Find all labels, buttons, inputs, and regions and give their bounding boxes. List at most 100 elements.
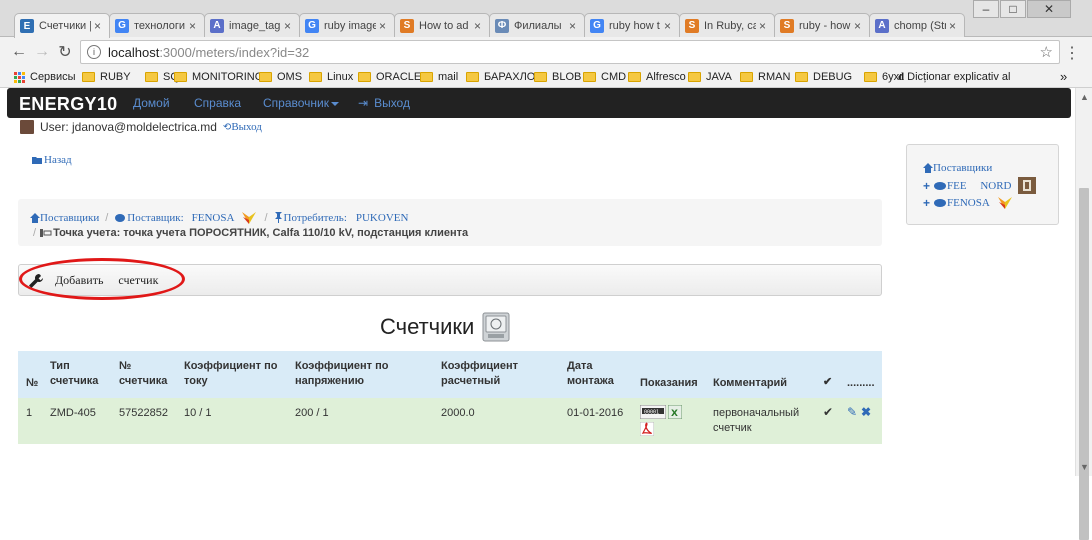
browser-tab[interactable]: Gruby how t × [584, 13, 680, 37]
minimize-button[interactable]: – [973, 0, 999, 18]
tab-close-icon[interactable]: × [664, 19, 674, 33]
info-icon[interactable]: i [87, 45, 101, 59]
nav-reference[interactable]: Справочник [263, 96, 339, 110]
browser-tab[interactable]: Ф Филиалы × [489, 13, 585, 37]
reload-icon[interactable]: ↻ [56, 43, 74, 61]
bookmark-item[interactable]: mail [420, 69, 458, 85]
url-host: localhost [108, 44, 160, 60]
browser-tab[interactable]: Achomp (Str × [869, 13, 965, 37]
bookmark-label: mail [438, 71, 459, 83]
bookmark-item[interactable]: d Dicționar explicativ al [898, 69, 1010, 85]
bookmark-item[interactable]: JAVA [688, 69, 732, 85]
browser-tab[interactable]: Sruby - how × [774, 13, 870, 37]
nav-logout[interactable]: ⇥ Выход [358, 96, 410, 110]
bookmark-item[interactable]: BLOB [534, 69, 581, 85]
back-label: Назад [44, 154, 72, 166]
fee-nord-logo [1017, 177, 1036, 194]
app-navbar: ENERGY10 Домой Справка Справочник ⇥ Выход [7, 88, 1071, 118]
readings-counter-icon[interactable]: 00001 [640, 405, 666, 419]
avatar [20, 120, 34, 134]
bookmark-item[interactable]: ORACLE [358, 69, 421, 85]
close-window-button[interactable]: ✕ [1027, 0, 1071, 18]
bookmark-apps[interactable]: Сервисы [14, 69, 76, 85]
bookmark-label: Dicționar explicativ al [907, 71, 1011, 83]
bookmark-item[interactable]: MONITORING [174, 69, 263, 85]
browser-chrome: E Счетчики | × Gтехнологи × Aimage_tag × Gruby … [0, 0, 1092, 88]
folder-icon [309, 72, 322, 82]
tab-close-icon[interactable]: × [189, 19, 199, 33]
scroll-up-icon[interactable]: ▲ [1080, 92, 1089, 102]
edit-pencil-icon[interactable]: ✎ [847, 405, 857, 419]
browser-tab[interactable]: Gтехнологи × [109, 13, 205, 37]
bookmark-star-icon[interactable]: ☆ [1040, 43, 1053, 61]
bookmark-item[interactable]: OMS [259, 69, 302, 85]
bookmarks-more[interactable]: » [1060, 68, 1067, 84]
col-k-voltage: Коэффициент по напряжению [295, 360, 389, 387]
bookmark-item[interactable]: CMD [583, 69, 626, 85]
folder-open-icon [32, 156, 42, 164]
tab-label: How to ad [419, 19, 469, 32]
bookmark-label: Сервисы [30, 71, 76, 83]
bookmark-label: OMS [277, 71, 303, 83]
breadcrumb-separator: / [105, 211, 109, 224]
forward-arrow-icon[interactable]: → [33, 43, 51, 61]
breadcrumb-suppliers[interactable]: Поставщики [30, 212, 99, 224]
page-scrollbar[interactable]: ▲ ▼ [1075, 88, 1092, 540]
maximize-button[interactable]: □ [1000, 0, 1026, 18]
bookmark-item[interactable]: DEBUG [795, 69, 852, 85]
tab-close-icon[interactable]: × [94, 19, 104, 33]
breadcrumb-supplier[interactable]: Поставщик: FENOSA [114, 209, 258, 226]
bookmark-label: RMAN [758, 71, 791, 83]
bookmark-item[interactable]: RMAN [740, 69, 790, 85]
col-comment: Комментарий [713, 377, 788, 389]
breadcrumb-consumer[interactable]: Потребитель: PUKOVEN [274, 212, 408, 224]
browser-tab[interactable]: Aimage_tag × [204, 13, 300, 37]
panel-item-fenosa[interactable]: + FENOSA [923, 194, 1014, 211]
apps-grid-icon [14, 71, 25, 83]
home-icon [923, 163, 933, 173]
tab-close-icon[interactable]: × [759, 19, 769, 33]
logout-small-icon: ⟲ [222, 121, 232, 133]
folder-icon [466, 72, 479, 82]
tab-favicon-icon: Ф [495, 18, 509, 33]
nav-home[interactable]: Домой [133, 96, 170, 110]
delete-x-icon[interactable]: ✖ [861, 405, 871, 419]
panel-item-label: FEE NORD [947, 179, 1012, 192]
pdf-icon[interactable] [640, 422, 654, 436]
nav-help[interactable]: Справка [194, 96, 241, 110]
user-logout-link[interactable]: Выход [231, 121, 262, 133]
bookmark-item[interactable]: Alfresco [628, 69, 686, 85]
browser-tab[interactable]: S How to ad × [394, 13, 490, 37]
tab-close-icon[interactable]: × [474, 19, 484, 33]
url-input[interactable]: i localhost:3000/meters/index?id=32 ☆ [80, 40, 1060, 64]
browser-tab[interactable]: Gruby image × [299, 13, 395, 37]
excel-icon[interactable]: X [668, 405, 682, 419]
brand-logo[interactable]: ENERGY10 [19, 94, 117, 115]
readings-cell: 00001 X [640, 405, 682, 419]
nav-logout-label: Выход [374, 96, 410, 110]
meter-point-icon [40, 229, 52, 237]
bookmark-item[interactable]: БАРАХЛО [466, 69, 535, 85]
menu-dots-icon[interactable]: ⋮ [1064, 43, 1080, 63]
browser-tab[interactable]: E Счетчики | × [14, 13, 110, 38]
cell-k-calc: 2000.0 [441, 407, 475, 419]
tab-close-icon[interactable]: × [949, 19, 959, 33]
bookmark-item[interactable]: RUBY [82, 69, 131, 85]
panel-item-label: FENOSA [947, 196, 990, 209]
folder-icon [82, 72, 95, 82]
tab-favicon-icon: G [115, 18, 129, 33]
back-arrow-icon[interactable]: ← [10, 43, 28, 61]
tab-close-icon[interactable]: × [379, 19, 389, 33]
back-link[interactable]: Назад [32, 154, 72, 166]
tab-favicon-icon: A [875, 18, 889, 33]
tab-close-icon[interactable]: × [854, 19, 864, 33]
scroll-down-icon[interactable]: ▼ [1080, 462, 1089, 472]
scrollbar-thumb[interactable] [1079, 188, 1089, 540]
col-k-current: Коэффициент по току [184, 360, 278, 387]
tab-close-icon[interactable]: × [284, 19, 294, 33]
tab-close-icon[interactable]: × [569, 19, 579, 33]
panel-suppliers-link[interactable]: Поставщики [923, 162, 992, 174]
panel-item-fee-nord[interactable]: + FEE NORD [923, 177, 1036, 194]
browser-tab[interactable]: S In Ruby, ca × [679, 13, 775, 37]
bookmark-item[interactable]: Linux [309, 69, 353, 85]
